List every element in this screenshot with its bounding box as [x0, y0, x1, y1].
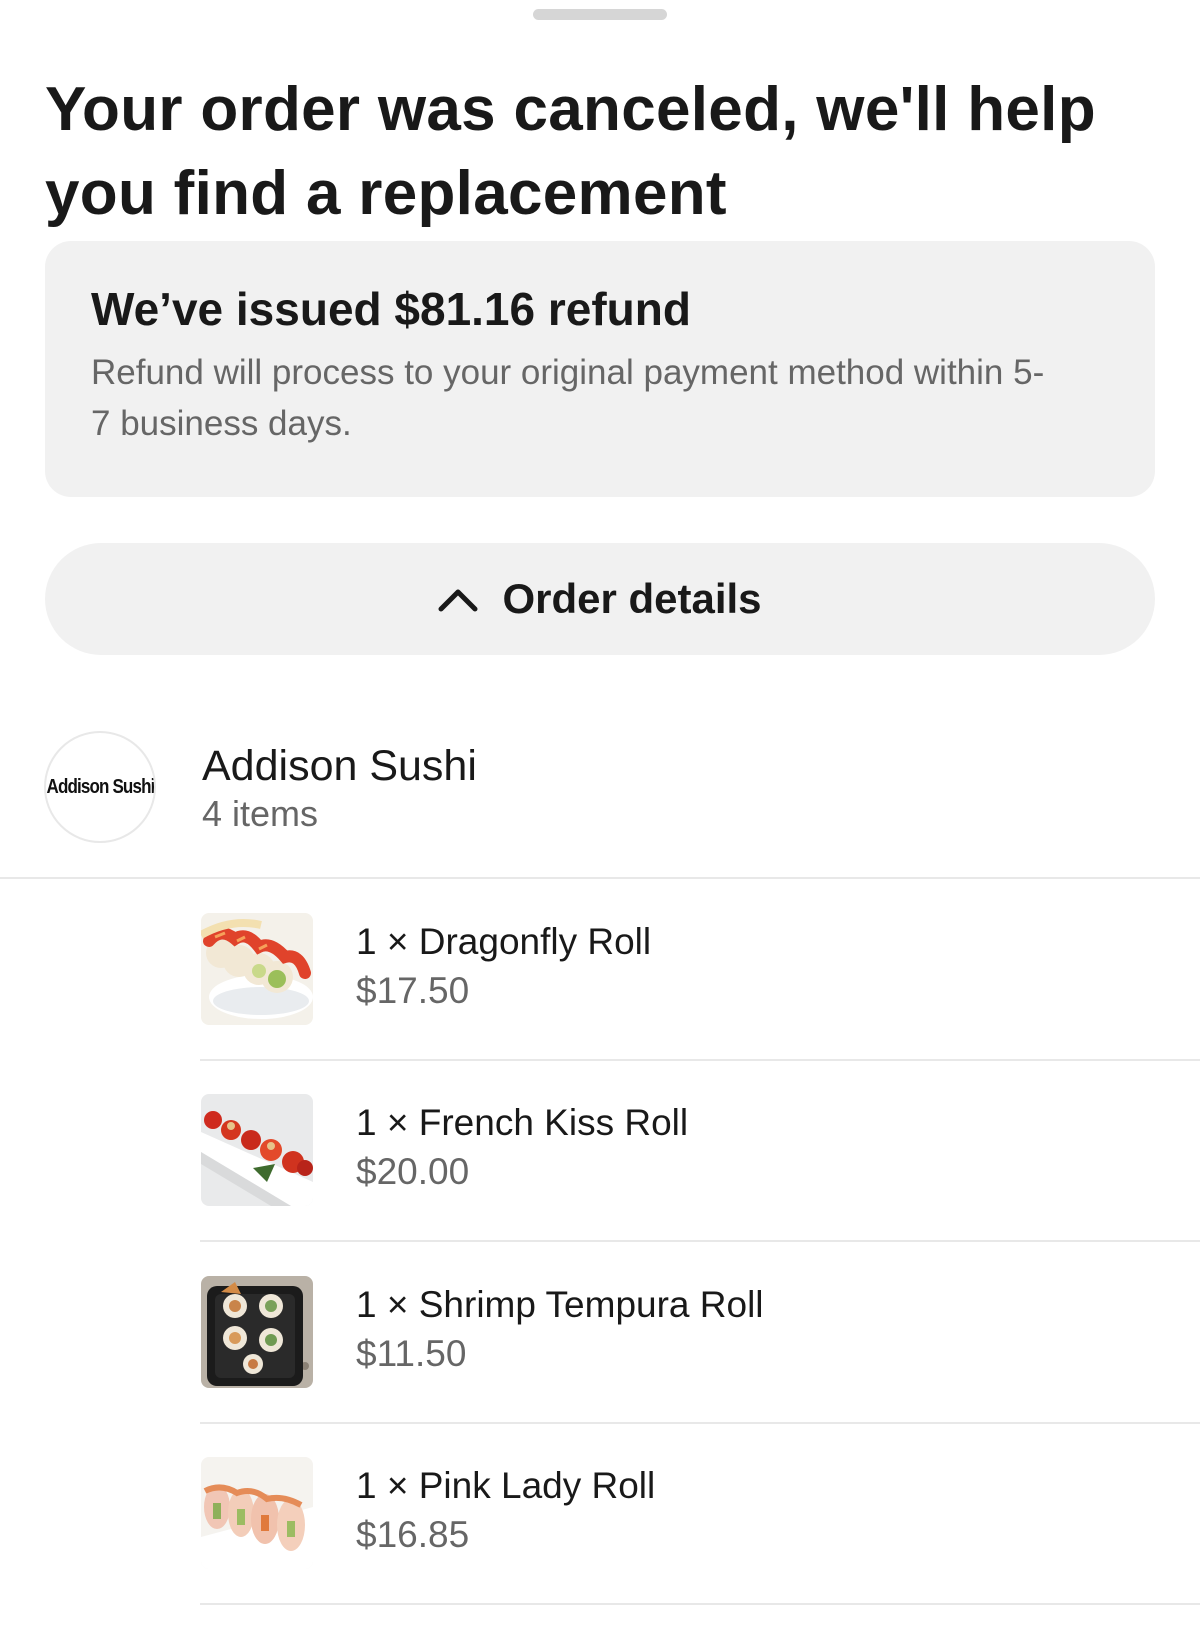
order-details-label: Order details	[502, 575, 762, 622]
store-logo: Addison Sushi	[44, 731, 156, 843]
store-logo-text: Addison Sushi	[46, 775, 154, 798]
refund-description: Refund will process to your original pay…	[91, 353, 1045, 443]
sheet-drag-handle[interactable]	[533, 9, 667, 20]
item-divider	[200, 1422, 1200, 1424]
item-price: $11.50	[356, 1333, 467, 1374]
item-photo	[201, 1276, 313, 1388]
divider	[0, 877, 1200, 879]
page-title: Your order was canceled, we'll help you …	[45, 75, 1096, 228]
order-details-toggle[interactable]: Order details	[45, 543, 1155, 655]
order-item: 1 × Dragonfly Roll $17.50	[200, 913, 1200, 1095]
refund-title: We’ve issued $81.16 refund	[91, 283, 691, 335]
order-item: 1 × French Kiss Roll $20.00	[200, 1094, 1200, 1276]
store-item-count: 4 items	[202, 793, 319, 834]
item-price: $20.00	[356, 1151, 470, 1192]
order-item: 1 × Shrimp Tempura Roll $11.50	[200, 1276, 1200, 1458]
chevron-up-icon	[438, 589, 478, 612]
item-name: 1 × Dragonfly Roll	[356, 921, 652, 962]
item-divider	[200, 1059, 1200, 1061]
item-name: 1 × Pink Lady Roll	[356, 1465, 656, 1506]
item-photo	[201, 1094, 313, 1206]
bottom-sheet: Your order was canceled, we'll help you …	[0, 0, 1200, 1626]
order-item: 1 × Pink Lady Roll $16.85	[200, 1457, 1200, 1639]
item-name: 1 × French Kiss Roll	[356, 1102, 689, 1143]
item-divider	[200, 1603, 1200, 1605]
item-divider	[200, 1240, 1200, 1242]
item-price: $17.50	[356, 970, 470, 1011]
item-photo	[201, 913, 313, 1025]
item-name: 1 × Shrimp Tempura Roll	[356, 1284, 764, 1325]
store-name: Addison Sushi	[202, 742, 477, 790]
item-photo	[201, 1457, 313, 1569]
item-price: $16.85	[356, 1514, 470, 1555]
refund-card: We’ve issued $81.16 refund Refund will p…	[45, 241, 1155, 497]
